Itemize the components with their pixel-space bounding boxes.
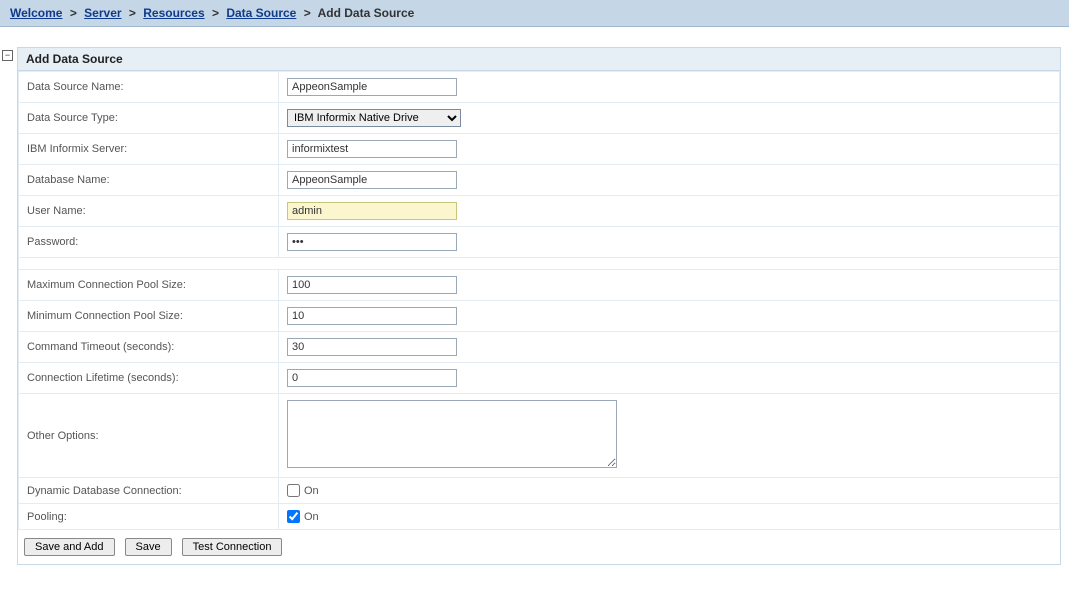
row-other-options: Other Options: <box>19 394 1060 478</box>
form-table: Data Source Name: Data Source Type: IBM … <box>18 71 1060 530</box>
input-user-name[interactable] <box>287 202 457 220</box>
breadcrumb-sep: > <box>304 6 311 20</box>
form-panel: Add Data Source Data Source Name: Data S… <box>17 47 1061 565</box>
breadcrumb: Welcome > Server > Resources > Data Sour… <box>0 0 1069 27</box>
label-password: Password: <box>19 227 279 258</box>
input-cmd-timeout[interactable] <box>287 338 457 356</box>
label-max-pool: Maximum Connection Pool Size: <box>19 270 279 301</box>
label-data-source-name: Data Source Name: <box>19 72 279 103</box>
breadcrumb-link-welcome[interactable]: Welcome <box>10 6 62 20</box>
row-conn-lifetime: Connection Lifetime (seconds): <box>19 363 1060 394</box>
select-data-source-type[interactable]: IBM Informix Native Drive <box>287 109 461 127</box>
checkbox-label-pooling: On <box>304 511 319 523</box>
input-data-source-name[interactable] <box>287 78 457 96</box>
input-database-name[interactable] <box>287 171 457 189</box>
breadcrumb-link-data-source[interactable]: Data Source <box>226 6 296 20</box>
label-database-name: Database Name: <box>19 165 279 196</box>
breadcrumb-sep: > <box>70 6 77 20</box>
row-pooling: Pooling: On <box>19 504 1060 530</box>
label-informix-server: IBM Informix Server: <box>19 134 279 165</box>
checkbox-dynamic-conn[interactable] <box>287 484 300 497</box>
checkbox-label-dynamic-conn: On <box>304 485 319 497</box>
label-data-source-type: Data Source Type: <box>19 103 279 134</box>
input-informix-server[interactable] <box>287 140 457 158</box>
label-conn-lifetime: Connection Lifetime (seconds): <box>19 363 279 394</box>
row-min-pool: Minimum Connection Pool Size: <box>19 301 1060 332</box>
row-cmd-timeout: Command Timeout (seconds): <box>19 332 1060 363</box>
textarea-other-options[interactable] <box>287 400 617 468</box>
row-max-pool: Maximum Connection Pool Size: <box>19 270 1060 301</box>
input-min-pool[interactable] <box>287 307 457 325</box>
breadcrumb-link-resources[interactable]: Resources <box>143 6 204 20</box>
input-password[interactable] <box>287 233 457 251</box>
row-data-source-name: Data Source Name: <box>19 72 1060 103</box>
label-dynamic-conn: Dynamic Database Connection: <box>19 478 279 504</box>
input-conn-lifetime[interactable] <box>287 369 457 387</box>
collapse-toggle-icon[interactable]: − <box>2 50 13 61</box>
checkbox-pooling[interactable] <box>287 510 300 523</box>
input-max-pool[interactable] <box>287 276 457 294</box>
breadcrumb-sep: > <box>129 6 136 20</box>
breadcrumb-current: Add Data Source <box>318 6 415 20</box>
label-other-options: Other Options: <box>19 394 279 478</box>
label-cmd-timeout: Command Timeout (seconds): <box>19 332 279 363</box>
panel-title: Add Data Source <box>18 48 1060 71</box>
save-and-add-button[interactable]: Save and Add <box>24 538 115 556</box>
breadcrumb-sep: > <box>212 6 219 20</box>
label-user-name: User Name: <box>19 196 279 227</box>
row-password: Password: <box>19 227 1060 258</box>
button-row: Save and Add Save Test Connection <box>18 530 1060 564</box>
row-data-source-type: Data Source Type: IBM Informix Native Dr… <box>19 103 1060 134</box>
row-dynamic-conn: Dynamic Database Connection: On <box>19 478 1060 504</box>
save-button[interactable]: Save <box>125 538 172 556</box>
label-min-pool: Minimum Connection Pool Size: <box>19 301 279 332</box>
label-pooling: Pooling: <box>19 504 279 530</box>
row-user-name: User Name: <box>19 196 1060 227</box>
breadcrumb-link-server[interactable]: Server <box>84 6 121 20</box>
test-connection-button[interactable]: Test Connection <box>182 538 283 556</box>
row-database-name: Database Name: <box>19 165 1060 196</box>
row-informix-server: IBM Informix Server: <box>19 134 1060 165</box>
